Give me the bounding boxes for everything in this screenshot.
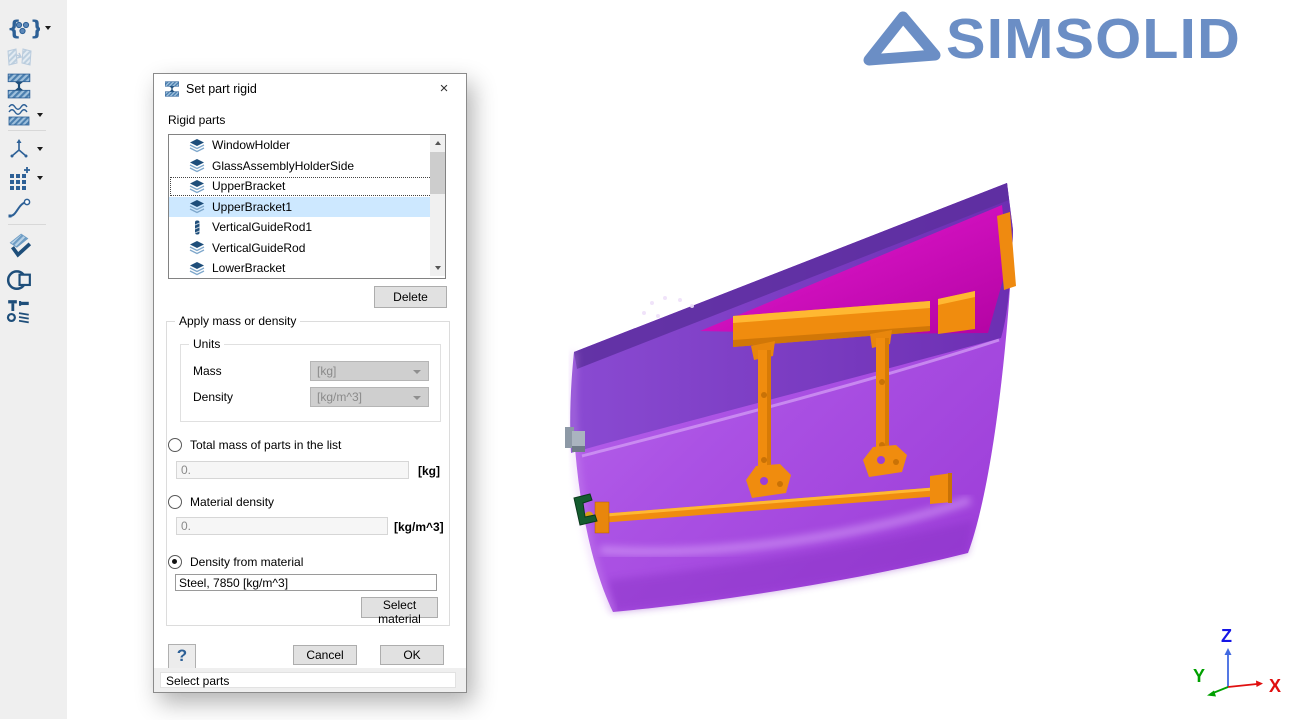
layers-icon bbox=[189, 199, 205, 214]
material-density-input[interactable] bbox=[176, 517, 388, 535]
total-mass-unit: [kg] bbox=[418, 464, 440, 478]
viewport-3d[interactable] bbox=[540, 150, 1040, 650]
orientation-triad: Z Y X bbox=[1185, 622, 1295, 717]
chevron-down-icon bbox=[37, 147, 43, 151]
coordinate-system-button[interactable] bbox=[6, 135, 58, 163]
material-density-label: Material density bbox=[190, 495, 274, 509]
apply-check-icon bbox=[6, 232, 32, 258]
x-axis-label: X bbox=[1269, 676, 1281, 696]
logo-text: SIMSOLID bbox=[946, 8, 1241, 70]
apply-check-button[interactable] bbox=[6, 230, 58, 260]
select-material-button[interactable]: Select material bbox=[361, 597, 438, 618]
part-name: VerticalGuideRod1 bbox=[212, 220, 312, 234]
part-name: WindowHolder bbox=[212, 138, 290, 152]
toolbar-separator bbox=[8, 224, 46, 225]
mass-label: Mass bbox=[193, 364, 222, 378]
fasteners-icon bbox=[6, 298, 32, 324]
layers-icon bbox=[189, 179, 205, 194]
close-icon[interactable]: × bbox=[422, 74, 466, 104]
add-points-icon bbox=[6, 166, 32, 190]
dialog-title: Set part rigid bbox=[186, 74, 257, 104]
scroll-up-icon[interactable] bbox=[430, 135, 445, 151]
density-unit-select: [kg/m^3] bbox=[310, 387, 429, 407]
units-group: Units Mass [kg] Density [kg/m^3] bbox=[180, 344, 441, 422]
seam-weld-button[interactable] bbox=[6, 101, 58, 129]
total-mass-label: Total mass of parts in the list bbox=[190, 438, 341, 452]
scroll-down-icon[interactable] bbox=[430, 260, 445, 276]
fasteners-button[interactable] bbox=[6, 296, 58, 326]
total-mass-option[interactable]: Total mass of parts in the list bbox=[168, 438, 341, 452]
mass-unit-select: [kg] bbox=[310, 361, 429, 381]
spline-icon bbox=[6, 196, 32, 220]
x-axis-arrow bbox=[1256, 681, 1263, 688]
layers-icon bbox=[189, 138, 205, 153]
material-value-field[interactable] bbox=[175, 574, 437, 591]
part-name: GlassAssemblyHolderSide bbox=[212, 159, 354, 173]
material-density-option[interactable]: Material density bbox=[168, 495, 274, 509]
connect-parts-icon bbox=[6, 46, 34, 68]
ok-button[interactable]: OK bbox=[380, 645, 444, 665]
density-label: Density bbox=[193, 390, 233, 404]
list-item[interactable]: VerticalGuideRod bbox=[169, 238, 445, 259]
chevron-down-icon bbox=[37, 176, 43, 180]
apply-mass-group-label: Apply mass or density bbox=[175, 314, 300, 328]
coordinate-system-icon bbox=[6, 137, 32, 161]
z-axis-label: Z bbox=[1221, 626, 1232, 646]
rigid-parts-list[interactable]: WindowHolder GlassAssemblyHolderSide Upp… bbox=[168, 134, 446, 279]
status-bar: Select parts bbox=[160, 672, 456, 688]
delete-button[interactable]: Delete bbox=[374, 286, 447, 308]
chevron-down-icon bbox=[413, 396, 421, 400]
material-density-radio[interactable] bbox=[168, 495, 182, 509]
part-name: UpperBracket bbox=[212, 179, 285, 193]
part-name: UpperBracket1 bbox=[212, 200, 292, 214]
density-from-material-option[interactable]: Density from material bbox=[168, 555, 303, 569]
density-from-material-label: Density from material bbox=[190, 555, 303, 569]
cancel-button[interactable]: Cancel bbox=[293, 645, 357, 665]
toolbar-separator bbox=[8, 130, 46, 131]
list-scrollbar[interactable] bbox=[430, 135, 445, 276]
dialog-titlebar[interactable]: Set part rigid × bbox=[154, 74, 466, 104]
connect-parts-button-disabled bbox=[6, 43, 58, 71]
simsolid-logo: SIMSOLID bbox=[856, 8, 1230, 72]
list-item[interactable]: VerticalGuideRod1 bbox=[169, 217, 445, 238]
chevron-down-icon bbox=[45, 26, 51, 30]
list-item[interactable]: GlassAssemblyHolderSide bbox=[169, 156, 445, 177]
add-points-button[interactable] bbox=[6, 164, 58, 192]
svg-text:}: } bbox=[30, 16, 40, 40]
part-name: LowerBracket bbox=[212, 261, 285, 275]
units-group-label: Units bbox=[189, 337, 224, 351]
connections-group-button[interactable]: { } bbox=[6, 14, 58, 42]
spline-button[interactable] bbox=[6, 194, 58, 222]
density-from-material-radio[interactable] bbox=[168, 555, 182, 569]
y-axis-label: Y bbox=[1193, 666, 1205, 686]
list-item[interactable]: UpperBracket1 bbox=[169, 197, 445, 218]
list-item[interactable]: WindowHolder bbox=[169, 135, 445, 156]
list-item[interactable]: LowerBracket bbox=[169, 258, 445, 279]
left-toolbar: { } bbox=[0, 0, 67, 719]
altair-triangle-icon bbox=[856, 8, 946, 72]
set-part-rigid-button[interactable] bbox=[6, 71, 58, 101]
help-button[interactable]: ? bbox=[168, 644, 196, 670]
z-axis-arrow bbox=[1225, 648, 1232, 655]
chevron-down-icon bbox=[37, 113, 43, 117]
layers-icon bbox=[189, 240, 205, 255]
scrollbar-thumb[interactable] bbox=[430, 152, 445, 194]
total-mass-radio[interactable] bbox=[168, 438, 182, 452]
rigid-parts-label: Rigid parts bbox=[168, 113, 225, 127]
part-name: VerticalGuideRod bbox=[212, 241, 305, 255]
chevron-down-icon bbox=[413, 370, 421, 374]
set-part-rigid-dialog: Set part rigid × Rigid parts WindowHolde… bbox=[153, 73, 467, 693]
review-button[interactable] bbox=[6, 265, 58, 293]
layers-icon bbox=[189, 158, 205, 173]
list-item[interactable]: UpperBracket bbox=[169, 176, 445, 197]
review-icon bbox=[6, 266, 32, 292]
set-part-rigid-icon bbox=[6, 73, 32, 99]
total-mass-input[interactable] bbox=[176, 461, 409, 479]
rod-icon bbox=[189, 220, 205, 235]
connections-group-icon: { } bbox=[6, 16, 40, 40]
layers-icon bbox=[189, 261, 205, 276]
seam-weld-icon bbox=[6, 103, 32, 127]
set-part-rigid-icon bbox=[164, 81, 180, 97]
material-density-unit: [kg/m^3] bbox=[394, 520, 444, 534]
